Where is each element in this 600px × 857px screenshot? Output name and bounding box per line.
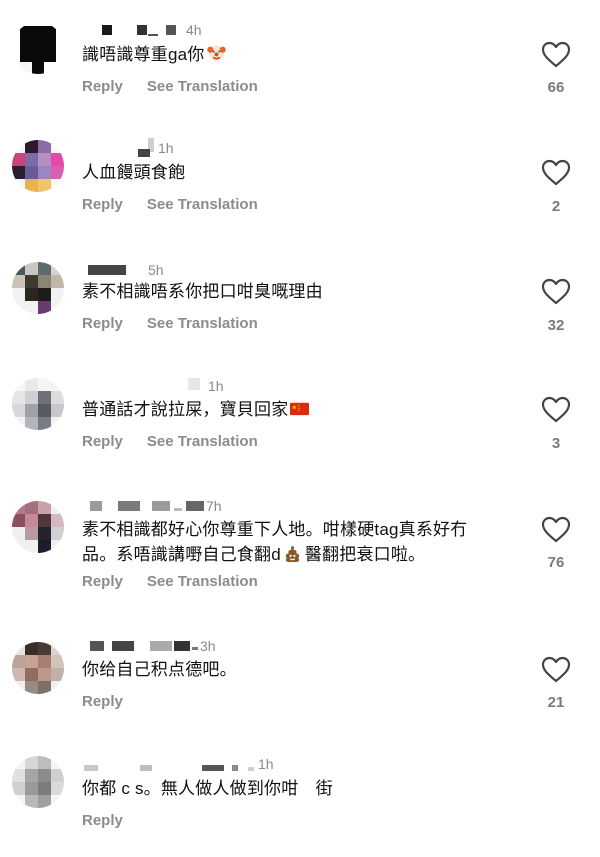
heart-outline-icon[interactable] — [541, 41, 571, 68]
heart-outline-icon[interactable] — [541, 396, 571, 423]
reply-button[interactable]: Reply — [82, 315, 123, 332]
comment-text: 你都 c s。無人做人做到你咁 街 — [82, 779, 333, 798]
comment-age: 1h — [258, 756, 274, 772]
comment-text: 人血饅頭食飽 — [82, 163, 186, 182]
see-translation-button[interactable]: See Translation — [147, 315, 258, 332]
like-count: 32 — [547, 317, 565, 334]
comment-text: 素不相識都好心你尊重下人地。咁樣硬tag真系好冇 品。系唔識講嘢自己食翻d 醫翻把… — [82, 520, 468, 564]
like-count: 2 — [551, 198, 561, 215]
username-redacted[interactable]: 1h — [82, 378, 232, 394]
see-translation-button[interactable]: See Translation — [147, 573, 258, 590]
comment-text: 普通話才說拉屎，寶貝回家 — [82, 398, 522, 422]
username-redacted[interactable]: 5h — [82, 262, 192, 278]
comment-item: 3h 你给自己积点德吧。 Reply 21 — [0, 615, 600, 733]
like-count: 76 — [547, 554, 565, 571]
comment-age: 7h — [206, 498, 222, 514]
avatar[interactable] — [12, 756, 64, 808]
comment-text: 素不相識唔系你把口咁臭嘅理由 — [82, 282, 323, 301]
comment-age: 3h — [200, 638, 216, 654]
username-redacted[interactable]: 7h — [82, 498, 242, 514]
comment-text: 你给自己积点德吧。 — [82, 660, 237, 679]
heart-outline-icon[interactable] — [541, 516, 571, 543]
comment-item: 1h 人血饅頭食飽 Reply See Translation 2 — [0, 118, 600, 236]
comment-age: 5h — [148, 262, 164, 278]
comment-age: 1h — [208, 378, 224, 394]
reply-button[interactable]: Reply — [82, 693, 123, 710]
reply-button[interactable]: Reply — [82, 196, 123, 213]
comment-item: 4h 識唔識尊重ga你 Reply See Translation 66 — [0, 0, 600, 118]
comment-text: 識唔識尊重ga你 — [82, 43, 522, 67]
see-translation-button[interactable]: See Translation — [147, 196, 258, 213]
reply-button[interactable]: Reply — [82, 433, 123, 450]
avatar[interactable] — [12, 262, 64, 314]
username-redacted[interactable]: 1h — [82, 138, 202, 157]
reply-button[interactable]: Reply — [82, 78, 123, 95]
reply-button[interactable]: Reply — [82, 812, 123, 829]
reply-button[interactable]: Reply — [82, 573, 123, 590]
poop-emoji — [283, 544, 302, 563]
avatar[interactable] — [12, 22, 64, 74]
clown-face-emoji — [206, 44, 226, 63]
avatar[interactable] — [12, 378, 64, 430]
avatar[interactable] — [12, 140, 64, 192]
comment-age: 4h — [186, 22, 202, 38]
like-count: 3 — [551, 435, 561, 452]
avatar[interactable] — [12, 642, 64, 694]
username-redacted[interactable]: 4h — [82, 22, 242, 38]
comment-item: 1h 普通話才說拉屎，寶貝回家 Reply See Translation 3 — [0, 355, 600, 473]
heart-outline-icon[interactable] — [541, 159, 571, 186]
heart-outline-icon[interactable] — [541, 656, 571, 683]
like-count: 66 — [547, 79, 565, 96]
username-redacted[interactable]: 3h — [82, 638, 242, 654]
like-count: 21 — [547, 694, 565, 711]
see-translation-button[interactable]: See Translation — [147, 78, 258, 95]
china-flag-emoji — [290, 399, 310, 418]
avatar[interactable] — [12, 501, 64, 553]
heart-outline-icon[interactable] — [541, 278, 571, 305]
comment-age: 1h — [158, 140, 174, 156]
see-translation-button[interactable]: See Translation — [147, 433, 258, 450]
comment-item: 1h 你都 c s。無人做人做到你咁 街 Reply — [0, 734, 600, 852]
comment-item: 5h 素不相識唔系你把口咁臭嘅理由 Reply See Translation 3… — [0, 237, 600, 355]
comment-list: 4h 識唔識尊重ga你 Reply See Translation 66 1h … — [0, 0, 600, 857]
comment-item: 7h 素不相識都好心你尊重下人地。咁樣硬tag真系好冇 品。系唔識講嘢自己食翻d… — [0, 475, 600, 615]
username-redacted[interactable]: 1h — [82, 756, 282, 772]
